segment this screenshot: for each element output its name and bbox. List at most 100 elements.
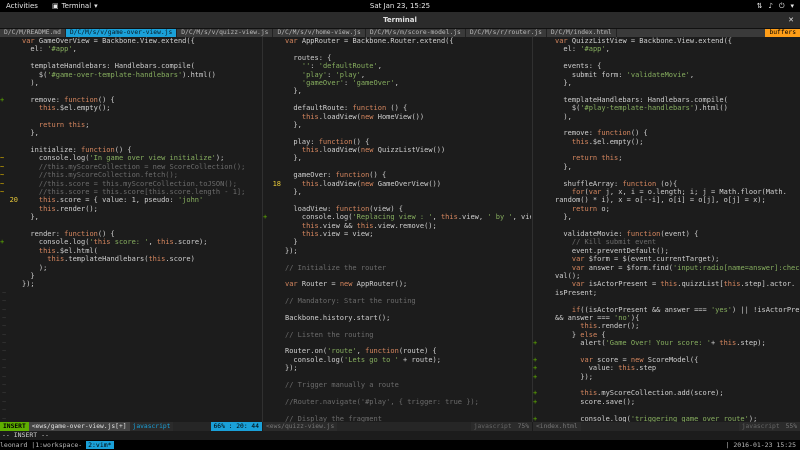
- code-line[interactable]: console.log('Lets go to ' + route);: [263, 356, 531, 364]
- tab-1[interactable]: D/C/M/s/v/game-over-view.js: [65, 29, 178, 37]
- code-line[interactable]: submit form: 'validateMovie',: [533, 71, 800, 79]
- code-line[interactable]: ~ //this.score = this.score[this.score.l…: [0, 188, 261, 196]
- code-line[interactable]: ~: [0, 381, 261, 389]
- code-line[interactable]: },: [263, 188, 531, 196]
- code-line[interactable]: // Mandatory: Start the routing: [263, 297, 531, 305]
- code-line[interactable]: },: [0, 129, 261, 137]
- code-line[interactable]: [263, 339, 531, 347]
- code-line[interactable]: ~: [0, 398, 261, 406]
- code-line[interactable]: random() * i), x = o[--i], o[i] = o[j], …: [533, 196, 800, 204]
- close-icon[interactable]: ✕: [788, 12, 794, 28]
- code-line[interactable]: [263, 322, 531, 330]
- code-line[interactable]: isPresent;: [533, 289, 800, 297]
- code-line[interactable]: return this;: [533, 154, 800, 162]
- code-line[interactable]: var answer = $form.find('input:radio[nam…: [533, 264, 800, 272]
- code-line[interactable]: ~: [0, 373, 261, 381]
- code-line[interactable]: [263, 96, 531, 104]
- code-line[interactable]: initialize: function() {: [0, 146, 261, 154]
- code-line[interactable]: templateHandlebars: Handlebars.compile(: [533, 96, 800, 104]
- code-line[interactable]: if((isActorPresent && answer === 'yes') …: [533, 306, 800, 314]
- code-line[interactable]: [533, 121, 800, 129]
- code-line[interactable]: this.view && this.view.remove();: [263, 222, 531, 230]
- code-line[interactable]: 20 this.score = { value: 1, pseudo: 'joh…: [0, 196, 261, 204]
- code-line[interactable]: [533, 381, 800, 389]
- code-line[interactable]: + score.save();: [533, 398, 800, 406]
- code-line[interactable]: el: '#app',: [533, 45, 800, 53]
- code-line[interactable]: val();: [533, 272, 800, 280]
- code-line[interactable]: + });: [533, 373, 800, 381]
- code-line[interactable]: [263, 306, 531, 314]
- code-line[interactable]: [263, 389, 531, 397]
- code-line[interactable]: [263, 45, 531, 53]
- code-line[interactable]: ~ console.log('In game over view initial…: [0, 154, 261, 162]
- code-line[interactable]: event.preventDefault();: [533, 247, 800, 255]
- code-line[interactable]: [533, 347, 800, 355]
- code-line[interactable]: [533, 297, 800, 305]
- code-line[interactable]: //Router.navigate('#play', { trigger: tr…: [263, 398, 531, 406]
- code-line[interactable]: this.templateHandlebars(this.score): [0, 255, 261, 263]
- code-line[interactable]: ~: [0, 339, 261, 347]
- clock[interactable]: Sat Jan 23, 15:25: [370, 2, 430, 10]
- code-line[interactable]: ~ //this.score = this.myScoreCollection.…: [0, 180, 261, 188]
- activities-button[interactable]: Activities: [6, 2, 38, 10]
- code-line[interactable]: } else {: [533, 331, 800, 339]
- code-line[interactable]: });: [0, 280, 261, 288]
- code-line[interactable]: Backbone.history.start();: [263, 314, 531, 322]
- code-line[interactable]: });: [263, 364, 531, 372]
- code-line[interactable]: [0, 87, 261, 95]
- code-line[interactable]: );: [0, 264, 261, 272]
- code-line[interactable]: });: [263, 247, 531, 255]
- tab-2[interactable]: D/C/M/s/v/quizz-view.js: [177, 29, 274, 37]
- code-line[interactable]: },: [533, 163, 800, 171]
- code-line[interactable]: [263, 196, 531, 204]
- code-line[interactable]: 'gameOver': 'gameOver',: [263, 79, 531, 87]
- code-line[interactable]: [263, 255, 531, 263]
- system-tray[interactable]: ⇅ ♪ ⏻ ▾: [757, 0, 794, 12]
- tab-6[interactable]: D/C/M/index.html: [546, 29, 617, 37]
- tab-0[interactable]: D/C/M/README.md: [0, 29, 66, 37]
- code-line[interactable]: 18 this.loadView(new GameOverView()): [263, 180, 531, 188]
- code-line[interactable]: [263, 406, 531, 414]
- code-line[interactable]: this.render();: [0, 205, 261, 213]
- code-line[interactable]: [533, 171, 800, 179]
- app-menu[interactable]: ▣ Terminal ▾: [52, 2, 98, 10]
- code-line[interactable]: routes: {: [263, 54, 531, 62]
- code-line[interactable]: $('#play-template-handlebars').html(): [533, 104, 800, 112]
- code-line[interactable]: + console.log('Replacing view : ', this.…: [263, 213, 531, 221]
- code-line[interactable]: ~: [0, 289, 261, 297]
- tab-5[interactable]: D/C/M/s/r/router.js: [465, 29, 547, 37]
- code-line[interactable]: // Display the fragment: [263, 415, 531, 422]
- code-line[interactable]: [0, 222, 261, 230]
- code-line[interactable]: [263, 129, 531, 137]
- code-line[interactable]: render: function() {: [0, 230, 261, 238]
- code-line[interactable]: },: [263, 87, 531, 95]
- code-line[interactable]: ~ //this.myScoreCollection = new ScoreCo…: [0, 163, 261, 171]
- code-line[interactable]: [533, 146, 800, 154]
- tab-4[interactable]: D/C/M/s/m/score-model.js: [365, 29, 466, 37]
- code-line[interactable]: var $form = $(event.currentTarget);: [533, 255, 800, 263]
- editor-pane-middle[interactable]: var AppRouter = Backbone.Router.extend({…: [263, 37, 531, 422]
- code-line[interactable]: remove: function() {: [533, 129, 800, 137]
- code-line[interactable]: this.$el.html(: [0, 247, 261, 255]
- code-line[interactable]: ~: [0, 364, 261, 372]
- code-line[interactable]: },: [533, 213, 800, 221]
- code-line[interactable]: return o;: [533, 205, 800, 213]
- code-line[interactable]: },: [263, 121, 531, 129]
- code-line[interactable]: + console.log('this score: ', this.score…: [0, 238, 261, 246]
- code-line[interactable]: ~: [0, 406, 261, 414]
- code-line[interactable]: this.render();: [533, 322, 800, 330]
- code-line[interactable]: var isActorPresent = this.quizzList[this…: [533, 280, 800, 288]
- code-line[interactable]: [0, 113, 261, 121]
- code-line[interactable]: ~: [0, 297, 261, 305]
- code-line[interactable]: gameOver: function() {: [263, 171, 531, 179]
- code-line[interactable]: // Kill submit event: [533, 238, 800, 246]
- code-line[interactable]: [0, 138, 261, 146]
- code-line[interactable]: $('#game-over-template-handlebars').html…: [0, 71, 261, 79]
- code-line[interactable]: }: [0, 272, 261, 280]
- code-line[interactable]: ~: [0, 331, 261, 339]
- code-line[interactable]: + remove: function() {: [0, 96, 261, 104]
- code-line[interactable]: return this;: [0, 121, 261, 129]
- code-line[interactable]: 'play': 'play',: [263, 71, 531, 79]
- code-line[interactable]: this.view = view;: [263, 230, 531, 238]
- code-line[interactable]: },: [263, 154, 531, 162]
